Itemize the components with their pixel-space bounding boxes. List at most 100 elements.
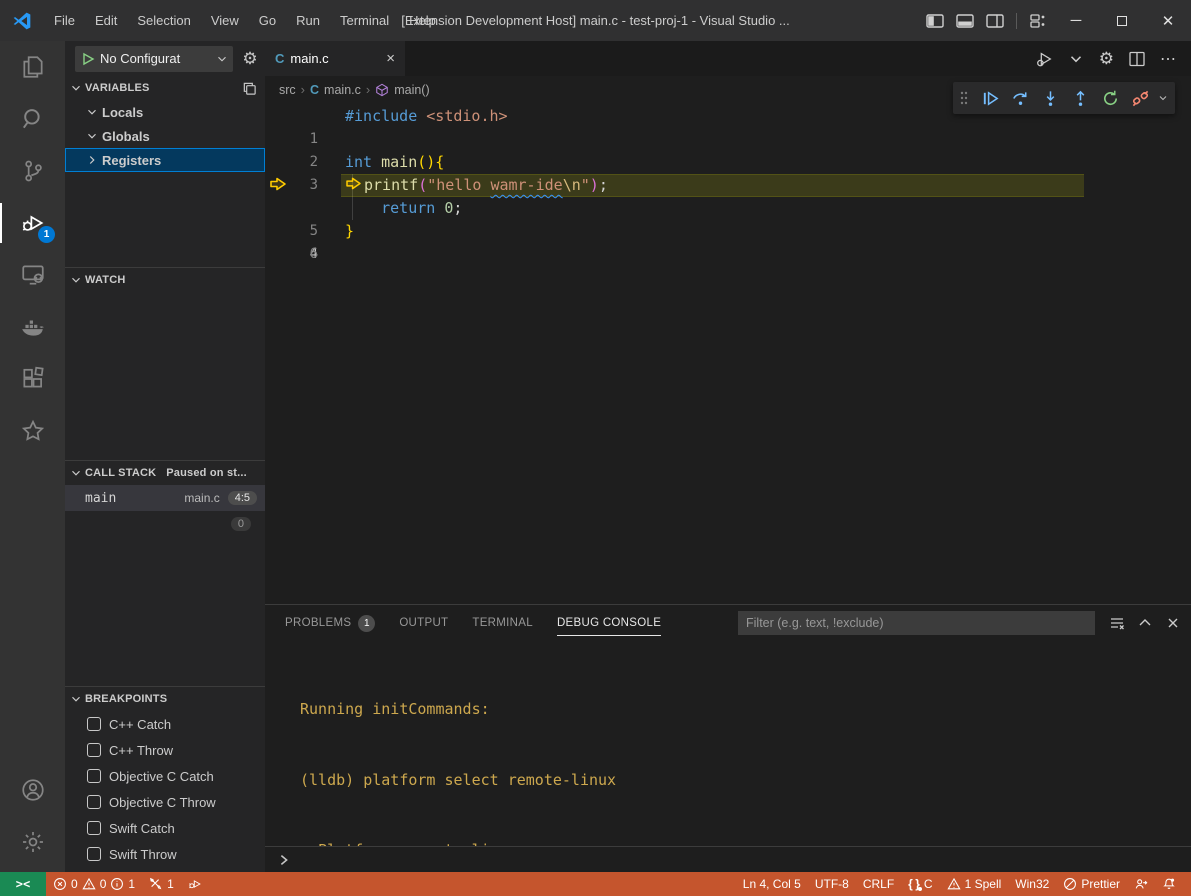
tools-icon	[149, 877, 163, 891]
menu-file[interactable]: File	[44, 8, 85, 34]
account-icon[interactable]	[0, 764, 65, 816]
console-filter-input[interactable]	[738, 611, 1095, 635]
breadcrumb-symbol[interactable]: main()	[394, 83, 429, 97]
code-line-5[interactable]: 5 return 0;	[265, 197, 1191, 220]
breadcrumb-folder[interactable]: src	[279, 83, 296, 97]
step-over-button[interactable]	[1007, 85, 1033, 111]
tools-status[interactable]: 1	[142, 872, 181, 896]
braces-icon: { }	[908, 877, 920, 891]
extensions-icon[interactable]	[0, 353, 65, 405]
tab-output[interactable]: OUTPUT	[399, 605, 448, 641]
menu-run[interactable]: Run	[286, 8, 330, 34]
chevron-down-icon[interactable]	[1157, 92, 1169, 104]
encoding-indicator[interactable]: UTF-8	[808, 872, 856, 896]
checkbox[interactable]	[87, 847, 101, 861]
toggle-secondary-sidebar-icon[interactable]	[980, 7, 1010, 35]
remote-explorer-icon[interactable]	[0, 249, 65, 301]
customize-layout-icon[interactable]	[1023, 7, 1053, 35]
close-panel-icon[interactable]	[1165, 615, 1181, 631]
frame-function: main	[85, 491, 116, 506]
stack-frame-row[interactable]: main main.c 4:5	[65, 485, 265, 511]
debug-toolbar[interactable]	[953, 82, 1175, 114]
toggle-primary-sidebar-icon[interactable]	[920, 7, 950, 35]
maximize-panel-icon[interactable]	[1137, 615, 1153, 631]
debug-configuration-dropdown[interactable]: No Configurat	[75, 46, 233, 72]
breakpoint-cpp-throw[interactable]: C++ Throw	[65, 737, 265, 763]
breadcrumb-file[interactable]: main.c	[324, 83, 361, 97]
run-or-debug-button[interactable]	[1035, 50, 1053, 68]
start-debug-icon[interactable]	[81, 52, 95, 66]
watch-header[interactable]: WATCH	[65, 268, 265, 292]
step-into-button[interactable]	[1037, 85, 1063, 111]
checkbox[interactable]	[87, 769, 101, 783]
breakpoint-objc-throw[interactable]: Objective C Throw	[65, 789, 265, 815]
checkbox[interactable]	[87, 795, 101, 809]
current-frame-arrow-icon[interactable]	[269, 177, 287, 194]
language-mode[interactable]: { }C	[901, 872, 939, 896]
spell-checker-status[interactable]: 1 Spell	[940, 872, 1009, 896]
menu-edit[interactable]: Edit	[85, 8, 127, 34]
formatter-status[interactable]: Prettier	[1056, 872, 1127, 896]
settings-gear-icon[interactable]	[0, 816, 65, 868]
drag-handle-icon[interactable]	[959, 90, 973, 106]
cursor-position[interactable]: Ln 4, Col 5	[736, 872, 808, 896]
variables-scope-locals[interactable]: Locals	[65, 100, 265, 124]
chevron-down-icon[interactable]	[1067, 50, 1085, 68]
notifications-bell-icon[interactable]	[1155, 872, 1183, 896]
maximize-button[interactable]	[1099, 0, 1145, 41]
star-icon[interactable]	[0, 405, 65, 457]
debug-console-input[interactable]	[265, 846, 1191, 872]
copy-icon[interactable]	[242, 81, 257, 96]
breakpoint-swift-throw[interactable]: Swift Throw	[65, 841, 265, 867]
debug-console-output[interactable]: Running initCommands: (lldb) platform se…	[265, 641, 1191, 846]
docker-icon[interactable]	[0, 301, 65, 353]
breakpoint-swift-catch[interactable]: Swift Catch	[65, 815, 265, 841]
code-line-4-current[interactable]: 4 printf("hello wamr-ide\n");	[265, 174, 1191, 197]
toggle-panel-icon[interactable]	[950, 7, 980, 35]
call-stack-header[interactable]: CALL STACK Paused on st...	[65, 461, 265, 485]
close-tab-icon[interactable]: ×	[386, 50, 395, 67]
editor-gear-icon[interactable]: ⚙	[1099, 49, 1114, 69]
minimize-button[interactable]: ─	[1053, 0, 1099, 41]
tab-terminal[interactable]: TERMINAL	[472, 605, 533, 641]
checkbox[interactable]	[87, 717, 101, 731]
clear-console-icon[interactable]	[1109, 615, 1125, 631]
breakpoint-objc-catch[interactable]: Objective C Catch	[65, 763, 265, 789]
checkbox[interactable]	[87, 743, 101, 757]
explorer-icon[interactable]	[0, 41, 65, 93]
code-line-6[interactable]: 6 }	[265, 220, 1191, 243]
breakpoint-cpp-catch[interactable]: C++ Catch	[65, 711, 265, 737]
menu-view[interactable]: View	[201, 8, 249, 34]
remote-indicator[interactable]: ><	[0, 872, 46, 896]
tab-main-c[interactable]: C main.c ×	[265, 41, 405, 76]
disconnect-button[interactable]	[1127, 85, 1153, 111]
platform-indicator[interactable]: Win32	[1008, 872, 1056, 896]
open-launch-config-gear-icon[interactable]: ⚙	[239, 49, 261, 69]
split-editor-icon[interactable]	[1128, 50, 1146, 68]
feedback-icon[interactable]	[1127, 872, 1155, 896]
menu-selection[interactable]: Selection	[127, 8, 200, 34]
variables-header[interactable]: VARIABLES	[65, 76, 265, 100]
code-editor[interactable]: 1 #include <stdio.h> 2 3 int main(){ 4 p…	[265, 103, 1191, 604]
close-button[interactable]: ✕	[1145, 0, 1191, 41]
breakpoints-header[interactable]: BREAKPOINTS	[65, 687, 265, 711]
step-out-button[interactable]	[1067, 85, 1093, 111]
search-icon[interactable]	[0, 93, 65, 145]
tab-problems[interactable]: PROBLEMS1	[285, 605, 375, 641]
variables-scope-registers[interactable]: Registers	[65, 148, 265, 172]
checkbox[interactable]	[87, 821, 101, 835]
debug-status[interactable]	[181, 872, 209, 896]
tab-debug-console[interactable]: DEBUG CONSOLE	[557, 605, 661, 641]
restart-button[interactable]	[1097, 85, 1123, 111]
code-line-2[interactable]: 2	[265, 128, 1191, 151]
variables-scope-globals[interactable]: Globals	[65, 124, 265, 148]
problems-status[interactable]: 0 0 1	[46, 872, 142, 896]
eol-indicator[interactable]: CRLF	[856, 872, 901, 896]
menu-terminal[interactable]: Terminal	[330, 8, 399, 34]
menu-go[interactable]: Go	[249, 8, 286, 34]
continue-button[interactable]	[977, 85, 1003, 111]
more-actions-icon[interactable]: ⋯	[1160, 49, 1177, 69]
run-and-debug-icon[interactable]: 1	[0, 197, 65, 249]
code-line-3[interactable]: 3 int main(){	[265, 151, 1191, 174]
source-control-icon[interactable]	[0, 145, 65, 197]
